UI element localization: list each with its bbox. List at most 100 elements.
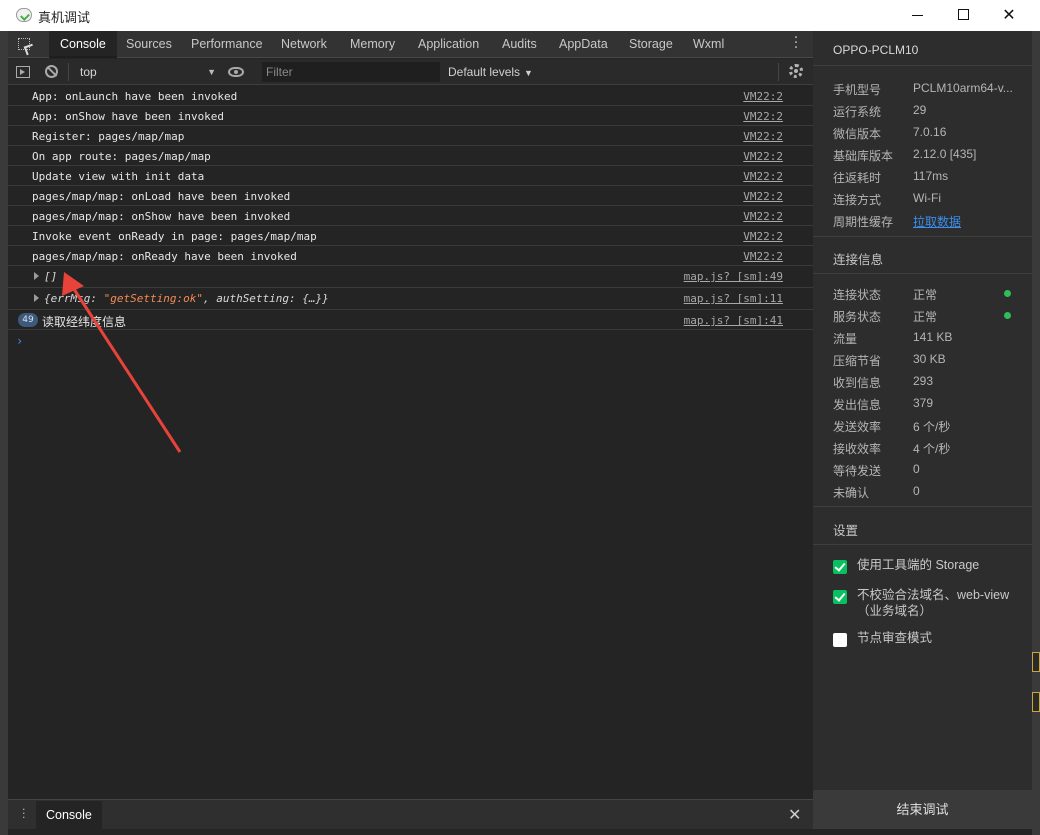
live-expression-eye-icon[interactable] — [228, 67, 244, 77]
minimize-button[interactable] — [894, 0, 940, 31]
tab-sources[interactable]: Sources — [126, 31, 172, 58]
tab-network[interactable]: Network — [281, 31, 327, 58]
title-bar: 真机调试 ✕ — [0, 0, 1040, 31]
end-debug-button[interactable]: 结束调试 — [813, 790, 1032, 829]
message-text: Register: pages/map/map — [32, 130, 185, 143]
info-key: 运行系统 — [833, 105, 882, 119]
source-link[interactable]: VM22:2 — [743, 190, 783, 203]
left-edge — [0, 31, 8, 835]
inspect-element-icon[interactable] — [18, 38, 30, 50]
source-link[interactable]: VM22:2 — [743, 130, 783, 143]
drawer-menu-icon[interactable]: · · · — [22, 804, 26, 823]
console-array-message[interactable]: [] map.js? [sm]:49 — [8, 266, 813, 288]
source-link[interactable]: map.js? [sm]:41 — [684, 314, 783, 327]
console-message: pages/map/map: onShow have been invoked … — [8, 206, 813, 226]
source-link[interactable]: VM22:2 — [743, 150, 783, 163]
context-select[interactable]: top ▼ — [76, 62, 216, 82]
repeat-count-badge: 49 — [18, 313, 38, 327]
conn-value: 4 个/秒 — [913, 442, 951, 456]
device-name: OPPO-PCLM10 — [833, 43, 919, 57]
tab-memory[interactable]: Memory — [350, 31, 395, 58]
source-link[interactable]: map.js? [sm]:11 — [684, 292, 783, 305]
conn-row: 收到信息 293 — [833, 374, 1023, 396]
conn-key: 接收效率 — [833, 442, 882, 456]
conn-row: 服务状态 正常 — [833, 308, 1023, 330]
info-row: 周期性缓存 拉取数据 — [833, 213, 1023, 235]
message-text: Update view with init data — [32, 170, 205, 183]
conn-row: 压缩节省 30 KB — [833, 352, 1023, 374]
close-drawer-icon[interactable]: ✕ — [788, 805, 801, 824]
tab-audits[interactable]: Audits — [502, 31, 537, 58]
conn-key: 等待发送 — [833, 464, 882, 478]
info-row: 连接方式 Wi-Fi — [833, 191, 1023, 213]
info-row: 往返耗时 117ms — [833, 169, 1023, 191]
tab-storage[interactable]: Storage — [629, 31, 673, 58]
clear-console-icon[interactable] — [45, 65, 58, 78]
devtools-window: 真机调试 ✕ Console Sources Performance Netwo… — [0, 0, 1040, 835]
close-button[interactable]: ✕ — [986, 0, 1032, 31]
expand-triangle-icon[interactable] — [34, 272, 39, 280]
edge-highlight — [1032, 652, 1040, 672]
checkbox-checked-icon[interactable] — [833, 560, 847, 574]
console-message: Update view with init data VM22:2 — [8, 166, 813, 186]
console-grouped-message: 49 读取经纬度信息 map.js? [sm]:41 — [8, 310, 813, 330]
info-row: 手机型号 PCLM10arm64-v... — [833, 81, 1023, 103]
checkbox-unchecked-icon[interactable] — [833, 633, 847, 647]
source-link[interactable]: VM22:2 — [743, 250, 783, 263]
conn-key: 未确认 — [833, 486, 870, 500]
message-text: App: onShow have been invoked — [32, 110, 225, 123]
console-message: On app route: pages/map/map VM22:2 — [8, 146, 813, 166]
checkbox-checked-icon[interactable] — [833, 590, 847, 604]
info-key: 连接方式 — [833, 193, 882, 207]
object-prefix: {errMsg: — [44, 292, 104, 305]
source-link[interactable]: VM22:2 — [743, 230, 783, 243]
message-text: {errMsg: "getSetting:ok", authSetting: {… — [44, 292, 329, 305]
conn-value: 正常 — [913, 288, 938, 302]
tab-appdata[interactable]: AppData — [559, 31, 608, 58]
console-prompt[interactable]: › — [16, 334, 23, 348]
info-row: 运行系统 29 — [833, 103, 1023, 125]
source-link[interactable]: VM22:2 — [743, 90, 783, 103]
drawer-tab-console[interactable]: Console — [36, 801, 102, 829]
conn-key: 发出信息 — [833, 398, 882, 412]
object-suffix: , authSetting: {…}} — [202, 292, 329, 305]
conn-key: 流量 — [833, 332, 858, 346]
console-message: Register: pages/map/map VM22:2 — [8, 126, 813, 146]
conn-value: 30 KB — [913, 352, 946, 366]
log-levels-dropdown[interactable]: Default levels ▼ — [448, 62, 533, 82]
conn-value: 0 — [913, 462, 920, 476]
settings-section-title: 设置 — [833, 524, 859, 538]
source-link[interactable]: VM22:2 — [743, 210, 783, 223]
status-ok-dot — [1004, 290, 1011, 297]
fetch-data-link[interactable]: 拉取数据 — [913, 213, 1013, 230]
tab-console[interactable]: Console — [49, 31, 117, 58]
chevron-down-icon: ▼ — [524, 68, 533, 78]
tab-wxml[interactable]: Wxml — [693, 31, 724, 58]
console-object-message[interactable]: {errMsg: "getSetting:ok", authSetting: {… — [8, 288, 813, 310]
expand-triangle-icon[interactable] — [34, 294, 39, 302]
conn-row: 发出信息 379 — [833, 396, 1023, 418]
console-settings-gear-icon[interactable] — [789, 64, 803, 78]
show-sidebar-icon[interactable] — [16, 66, 30, 78]
filter-input[interactable] — [262, 62, 440, 82]
conn-key: 连接状态 — [833, 288, 882, 302]
right-edge — [1032, 31, 1040, 835]
message-text: App: onLaunch have been invoked — [32, 90, 238, 103]
window-title: 真机调试 — [38, 11, 91, 26]
more-tabs-icon[interactable]: · · · — [792, 31, 800, 55]
console-message: pages/map/map: onReady have been invoked… — [8, 246, 813, 266]
tab-application[interactable]: Application — [418, 31, 479, 58]
setting-skip-domain-check[interactable]: 不校验合法域名、web-view（业务域名） — [833, 587, 1023, 623]
maximize-button[interactable] — [940, 0, 986, 31]
tab-performance[interactable]: Performance — [191, 31, 263, 58]
source-link[interactable]: VM22:2 — [743, 110, 783, 123]
message-text: [] — [44, 270, 58, 283]
conn-value: 141 KB — [913, 330, 953, 344]
source-link[interactable]: VM22:2 — [743, 170, 783, 183]
conn-key: 压缩节省 — [833, 354, 882, 368]
source-link[interactable]: map.js? [sm]:49 — [684, 270, 783, 283]
setting-use-tool-storage[interactable]: 使用工具端的 Storage — [833, 557, 1023, 579]
console-output: App: onLaunch have been invoked VM22:2 A… — [8, 86, 813, 798]
info-key: 微信版本 — [833, 127, 882, 141]
setting-node-inspect-mode[interactable]: 节点审查模式 — [833, 630, 1023, 652]
